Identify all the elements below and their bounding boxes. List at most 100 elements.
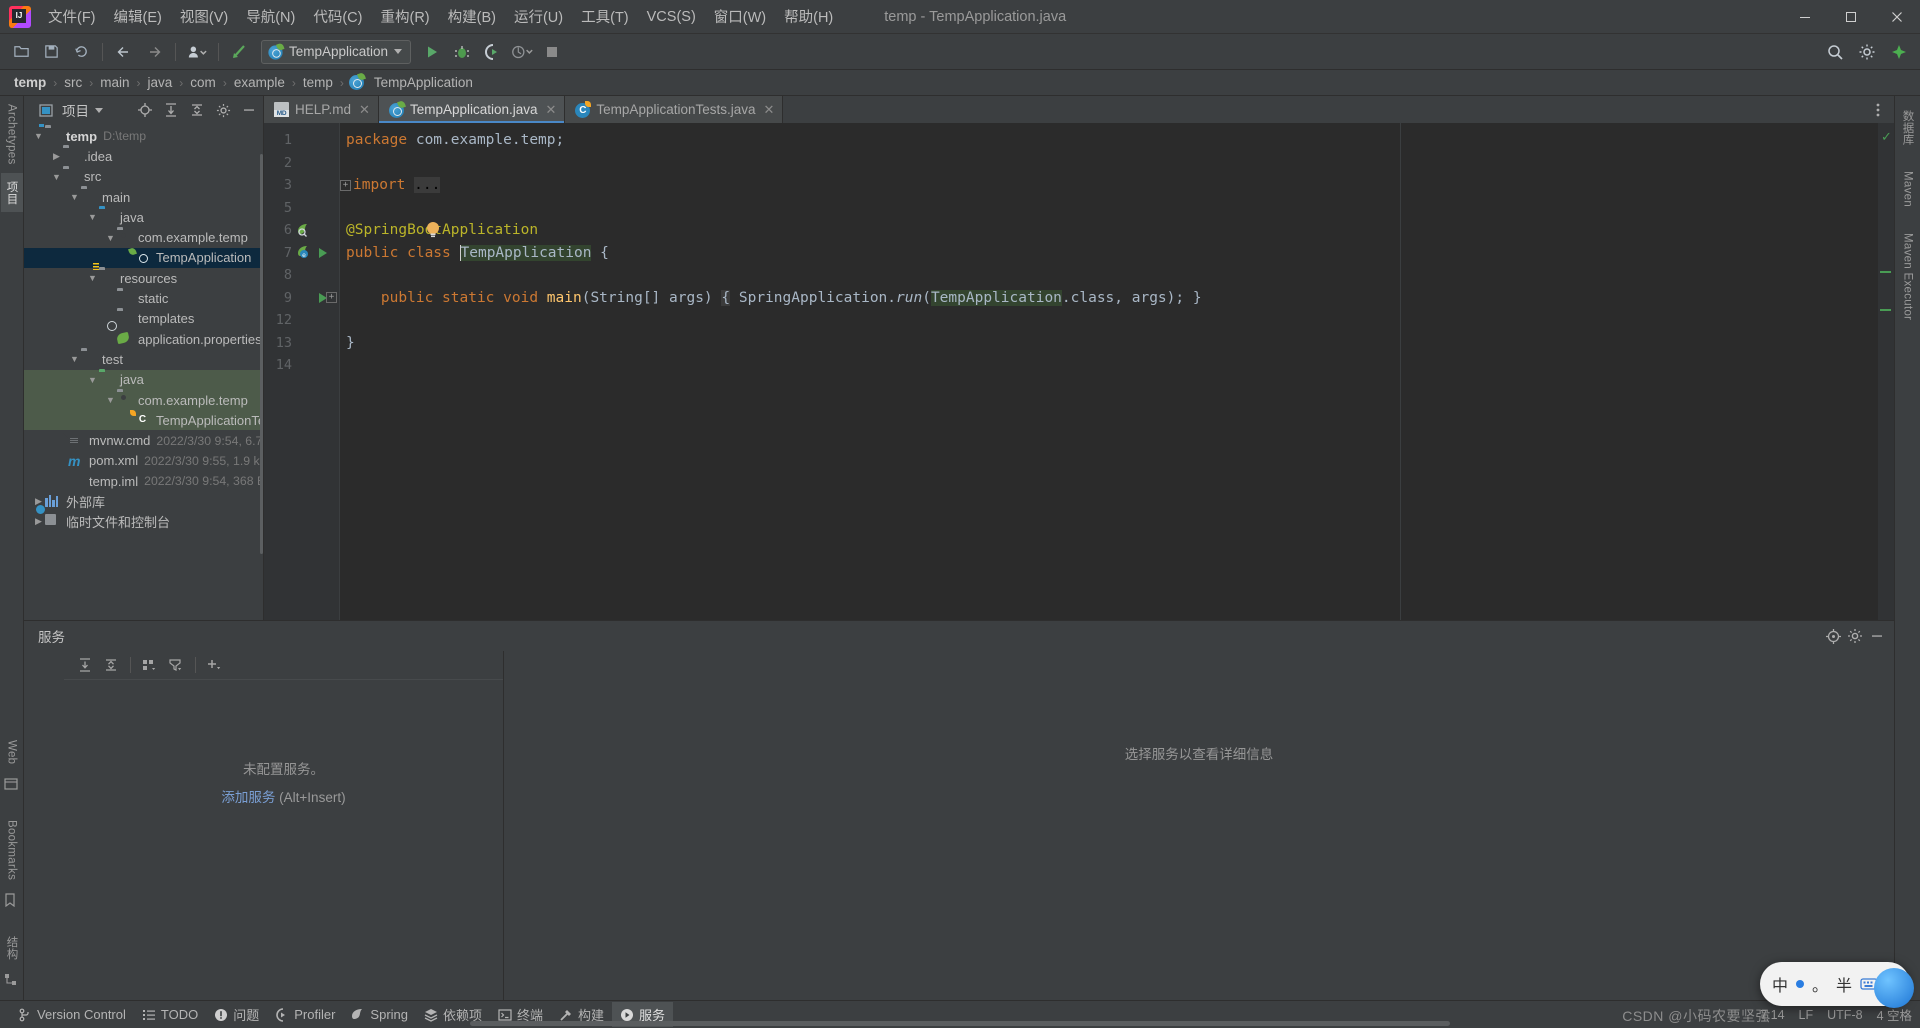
menu-code[interactable]: 代码(C): [304, 2, 371, 31]
status-item-problems[interactable]: 问题: [206, 1002, 267, 1027]
menu-file[interactable]: 文件(F): [39, 2, 105, 31]
close-icon[interactable]: ✕: [546, 102, 557, 118]
hide-icon[interactable]: [1866, 625, 1888, 647]
settings-gear-icon[interactable]: [1854, 39, 1880, 65]
tree-node-resources[interactable]: ▼ resources: [24, 268, 263, 288]
tree-node-mvnw-cmd[interactable]: mvnw.cmd 2022/3/30 9:54, 6.73 kB: [24, 430, 263, 450]
file-encoding[interactable]: UTF-8: [1827, 1008, 1862, 1022]
horizontal-scrollbar[interactable]: [470, 1021, 1450, 1026]
chevron-down-icon[interactable]: ▼: [104, 395, 117, 405]
sidebar-tab-maven-executor[interactable]: Maven Executor: [1899, 225, 1917, 328]
tree-node-application-properties[interactable]: application.properties: [24, 329, 263, 349]
profiler-dropdown-icon[interactable]: [509, 39, 535, 65]
breadcrumb-item-class[interactable]: TempApplication: [370, 74, 477, 91]
locate-icon[interactable]: [1822, 625, 1844, 647]
line-separator[interactable]: LF: [1799, 1008, 1814, 1022]
debug-icon[interactable]: [449, 39, 475, 65]
code-text[interactable]: package com.example.temp; + import ... @S…: [340, 123, 1878, 620]
close-icon[interactable]: ✕: [359, 102, 370, 118]
sidebar-tab-web[interactable]: Web: [3, 732, 21, 772]
close-button[interactable]: [1874, 0, 1920, 34]
chevron-right-icon[interactable]: ▶: [32, 516, 45, 527]
search-icon[interactable]: [1822, 39, 1848, 65]
ime-punctuation-label[interactable]: 。: [1812, 972, 1828, 996]
sidebar-tab-database[interactable]: 数据库: [1897, 102, 1919, 153]
menu-view[interactable]: 视图(V): [171, 2, 237, 31]
ime-width-label[interactable]: 半: [1836, 972, 1852, 996]
menu-tools[interactable]: 工具(T): [572, 2, 638, 31]
save-icon[interactable]: [38, 39, 64, 65]
group-by-icon[interactable]: [139, 654, 161, 676]
chevron-down-icon[interactable]: ▼: [32, 131, 45, 141]
chevron-down-icon[interactable]: ▼: [86, 375, 99, 385]
editor-tab-tempapplicationtests-java[interactable]: TempApplicationTests.java ✕: [565, 96, 784, 123]
chevron-down-icon[interactable]: [95, 107, 103, 113]
tree-node-test-java[interactable]: ▼ java: [24, 369, 263, 390]
editor-tabs-more[interactable]: [1870, 96, 1894, 123]
tree-node-src[interactable]: ▼ src: [24, 167, 263, 187]
sidebar-tab-bookmarks[interactable]: Bookmarks: [3, 812, 21, 888]
menu-refactor[interactable]: 重构(R): [371, 2, 438, 31]
minimize-button[interactable]: [1782, 0, 1828, 34]
tree-node-tempapplicationtests[interactable]: TempApplicationTests: [24, 410, 263, 431]
editor-tab-tempapplication-java[interactable]: TempApplication.java ✕: [378, 96, 566, 123]
profile-dropdown-icon[interactable]: [184, 39, 210, 65]
tree-node-static[interactable]: static: [24, 288, 263, 308]
breadcrumb-item-main[interactable]: main: [96, 74, 133, 91]
expand-all-icon[interactable]: [161, 100, 181, 120]
add-service-link[interactable]: 添加服务 (Alt+Insert): [221, 786, 345, 806]
run-configuration-selector[interactable]: TempApplication: [261, 39, 412, 64]
tree-node-main-package[interactable]: ▼ com.example.temp: [24, 227, 263, 247]
editor-gutter[interactable]: 1 2 3 5 6 7 e 8 9 + 12 13 14: [264, 123, 340, 620]
project-tree[interactable]: ▼ temp D:\temp ▶ .idea ▼ src ▼ main ▼ ja…: [24, 124, 263, 620]
run-icon[interactable]: [419, 39, 445, 65]
back-arrow-icon[interactable]: [111, 39, 137, 65]
stop-icon[interactable]: [539, 39, 565, 65]
add-icon[interactable]: [204, 654, 226, 676]
stripe-mark[interactable]: [1880, 271, 1891, 273]
breadcrumb-item-temp[interactable]: temp: [299, 74, 337, 91]
filter-icon[interactable]: [165, 654, 187, 676]
chevron-down-icon[interactable]: ▼: [68, 192, 81, 202]
fold-expand-icon[interactable]: +: [340, 179, 351, 191]
breadcrumb-item-project[interactable]: temp: [10, 74, 50, 91]
menu-build[interactable]: 构建(B): [439, 2, 505, 31]
chevron-down-icon[interactable]: ▼: [68, 354, 81, 364]
tree-node-templates[interactable]: templates: [24, 309, 263, 329]
tree-node-tempapplication[interactable]: TempApplication: [24, 247, 263, 269]
tree-node-external-libraries[interactable]: ▶ 外部库: [24, 491, 263, 511]
chevron-right-icon[interactable]: ▶: [50, 151, 63, 162]
tree-node-test-package[interactable]: ▼ com.example.temp: [24, 389, 263, 411]
editor-tab-help-md[interactable]: HELP.md ✕: [264, 96, 379, 123]
sidebar-tab-archetypes[interactable]: Archetypes: [3, 96, 21, 173]
spring-boot-run-icon[interactable]: e: [294, 245, 314, 260]
chevron-down-icon[interactable]: ▼: [86, 273, 99, 283]
ime-mode-label[interactable]: 中: [1772, 972, 1788, 996]
menu-edit[interactable]: 编辑(E): [105, 2, 171, 31]
chevron-down-icon[interactable]: ▼: [50, 172, 63, 182]
expand-all-icon[interactable]: [74, 654, 96, 676]
status-item-todo[interactable]: TODO: [134, 1004, 206, 1025]
chevron-down-icon[interactable]: ▼: [86, 212, 99, 222]
status-item-profiler[interactable]: Profiler: [267, 1004, 343, 1025]
ime-toolbox-icon[interactable]: [1874, 968, 1914, 1008]
collapse-all-icon[interactable]: [187, 100, 207, 120]
tree-node-scratches[interactable]: ▶ 临时文件和控制台: [24, 512, 263, 532]
collapse-all-icon[interactable]: [100, 654, 122, 676]
project-tree-scrollbar[interactable]: [260, 154, 263, 554]
run-with-coverage-icon[interactable]: [479, 39, 505, 65]
ime-status-popup[interactable]: 中 。 半: [1760, 962, 1914, 1008]
spring-bean-icon[interactable]: [294, 223, 314, 238]
intention-bulb-icon[interactable]: [425, 189, 582, 271]
code-editor[interactable]: 1 2 3 5 6 7 e 8 9 + 12 13 14 package com…: [264, 123, 1894, 620]
sidebar-tab-maven[interactable]: Maven: [1899, 163, 1917, 215]
settings-gear-icon[interactable]: [1844, 625, 1866, 647]
inspection-ok-icon[interactable]: ✓: [1881, 129, 1892, 145]
locate-file-icon[interactable]: [135, 100, 155, 120]
tree-node-temp-iml[interactable]: temp.iml 2022/3/30 9:54, 368 B: [24, 471, 263, 491]
settings-gear-icon[interactable]: [213, 100, 233, 120]
breadcrumb-item-java[interactable]: java: [144, 74, 177, 91]
breadcrumb-item-com[interactable]: com: [186, 74, 220, 91]
tree-node-main-java[interactable]: ▼ java: [24, 207, 263, 227]
close-icon[interactable]: ✕: [764, 102, 775, 118]
